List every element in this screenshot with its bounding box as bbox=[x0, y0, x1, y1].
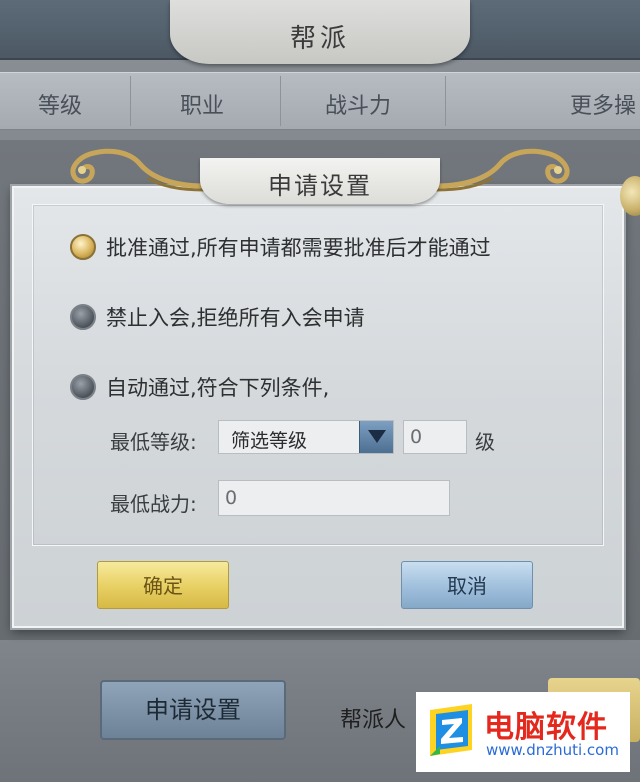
triangle-down-icon bbox=[368, 430, 386, 443]
column-profession[interactable]: 职业 bbox=[180, 88, 224, 120]
guild-members-label: 帮派人 bbox=[340, 708, 407, 733]
column-divider bbox=[130, 76, 131, 126]
min-power-label: 最低战力: bbox=[110, 492, 197, 516]
level-input[interactable]: 0 bbox=[403, 420, 467, 454]
min-level-label: 最低等级: bbox=[110, 430, 197, 454]
level-unit-label: 级 bbox=[475, 430, 495, 454]
watermark-title: 电脑软件 bbox=[484, 710, 608, 745]
apply-settings-button[interactable]: 申请设置 bbox=[100, 680, 286, 740]
option-approve-required[interactable]: 批准通过,所有申请都需要批准后才能通过 bbox=[70, 232, 491, 262]
dialog-title: 申请设置 bbox=[268, 172, 372, 200]
level-filter-value: 筛选等级 bbox=[231, 430, 308, 452]
cancel-button[interactable]: 取消 bbox=[401, 561, 533, 609]
column-divider bbox=[280, 76, 281, 126]
option-label: 禁止入会,拒绝所有入会申请 bbox=[106, 306, 365, 330]
option-block-all[interactable]: 禁止入会,拒绝所有入会申请 bbox=[70, 302, 365, 332]
member-table-header bbox=[0, 72, 640, 130]
radio-icon[interactable] bbox=[70, 304, 96, 330]
option-label: 自动通过,符合下列条件, bbox=[106, 376, 330, 400]
option-auto-approve[interactable]: 自动通过,符合下列条件, bbox=[70, 372, 329, 402]
radio-icon[interactable] bbox=[70, 374, 96, 400]
watermark-url: www.dnzhuti.com bbox=[486, 741, 619, 759]
column-combat-power[interactable]: 战斗力 bbox=[325, 88, 391, 120]
option-label: 批准通过,所有申请都需要批准后才能通过 bbox=[106, 236, 491, 260]
watermark-logo-icon bbox=[430, 704, 472, 756]
ornament-right-icon bbox=[432, 148, 570, 192]
power-input[interactable]: 0 bbox=[218, 480, 450, 516]
radio-selected-icon[interactable] bbox=[70, 234, 96, 260]
confirm-button[interactable]: 确定 bbox=[97, 561, 229, 609]
dropdown-arrow-button[interactable] bbox=[359, 421, 393, 453]
column-level[interactable]: 等级 bbox=[38, 88, 82, 120]
column-divider bbox=[445, 76, 446, 126]
column-more-actions[interactable]: 更多操 bbox=[570, 88, 636, 120]
guild-title: 帮派 bbox=[289, 24, 350, 54]
level-filter-select[interactable]: 筛选等级 bbox=[218, 420, 394, 454]
ornament-left-icon bbox=[70, 148, 208, 192]
